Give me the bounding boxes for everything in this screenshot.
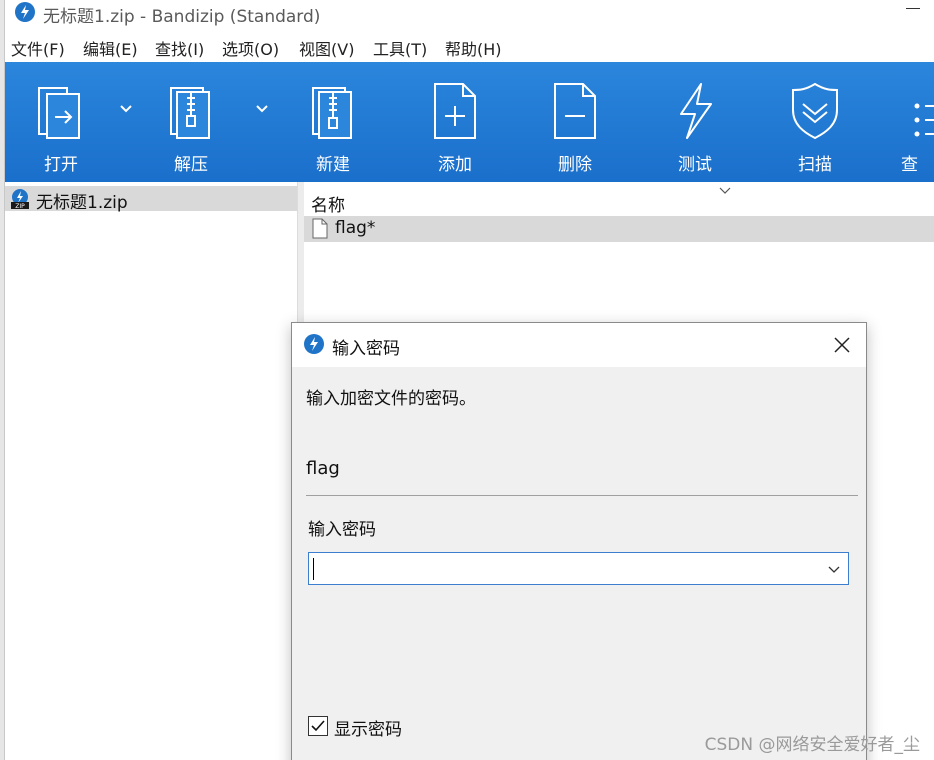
toolbar-add-label: 添加	[438, 155, 472, 175]
open-icon	[38, 87, 80, 139]
checkmark-icon	[311, 720, 325, 732]
toolbar-open-button[interactable]: 打开	[15, 62, 95, 182]
toolbar-test-button[interactable]: 测试	[649, 62, 729, 182]
close-icon[interactable]	[832, 335, 852, 355]
watermark-text: CSDN @网络安全爱好者_尘	[704, 735, 920, 755]
dialog-divider	[306, 495, 858, 496]
add-file-icon	[434, 83, 476, 139]
dialog-title: 输入密码	[332, 339, 400, 359]
dialog-message: 输入加密文件的密码。	[306, 389, 476, 409]
test-bolt-icon	[680, 83, 712, 139]
menu-help[interactable]: 帮助(H)	[445, 36, 502, 60]
show-password-label: 显示密码	[334, 720, 402, 740]
menu-view[interactable]: 视图(V)	[299, 36, 354, 60]
main-toolbar: 打开 解压 新建 添加 删除 测试 扫描 查	[5, 62, 934, 182]
menu-edit[interactable]: 编辑(E)	[83, 36, 138, 60]
toolbar-delete-button[interactable]: 删除	[529, 62, 609, 182]
dialog-logo-icon	[304, 334, 324, 354]
extract-icon	[170, 87, 210, 139]
file-row[interactable]: flag*	[304, 216, 934, 242]
archive-tree-pane: ZIP 无标题1.zip	[5, 182, 297, 760]
bandizip-logo-icon	[15, 2, 35, 22]
toolbar-open-label: 打开	[44, 155, 78, 175]
scan-shield-icon	[792, 82, 838, 140]
toolbar-extract-label: 解压	[174, 155, 208, 175]
encrypted-filename: flag	[306, 458, 340, 479]
toolbar-scan-button[interactable]: 扫描	[769, 62, 849, 182]
tree-item-archive[interactable]: ZIP 无标题1.zip	[5, 186, 297, 213]
password-input[interactable]	[313, 555, 813, 582]
toolbar-test-label: 测试	[678, 155, 712, 175]
toolbar-add-button[interactable]: 添加	[409, 62, 489, 182]
toolbar-delete-label: 删除	[558, 155, 592, 175]
menu-bar: 文件(F) 编辑(E) 查找(I) 选项(O) 视图(V) 工具(T) 帮助(H…	[5, 32, 934, 62]
file-name: flag*	[335, 218, 376, 238]
password-label: 输入密码	[308, 520, 376, 540]
new-archive-icon	[312, 87, 352, 139]
toolbar-scan-label: 扫描	[798, 155, 832, 175]
toolbar-new-label: 新建	[316, 155, 350, 175]
toolbar-view-label: 查	[901, 155, 918, 175]
svg-text:ZIP: ZIP	[15, 203, 25, 210]
view-list-icon	[914, 103, 934, 137]
checkbox-box[interactable]	[308, 716, 328, 736]
extract-dropdown-arrow-icon[interactable]	[255, 102, 269, 116]
window-titlebar[interactable]: 无标题1.zip - Bandizip (Standard)	[5, 0, 934, 27]
minimize-button[interactable]	[906, 8, 920, 9]
open-dropdown-arrow-icon[interactable]	[119, 102, 133, 116]
menu-tools[interactable]: 工具(T)	[373, 36, 427, 60]
password-combobox[interactable]	[308, 552, 849, 585]
column-name-label: 名称	[311, 196, 345, 216]
delete-file-icon	[554, 83, 596, 139]
menu-find[interactable]: 查找(I)	[155, 36, 204, 60]
toolbar-view-button[interactable]: 查	[889, 62, 934, 182]
text-caret	[313, 558, 314, 580]
window-title: 无标题1.zip - Bandizip (Standard)	[43, 7, 321, 27]
column-header-name[interactable]: 名称	[304, 187, 934, 216]
zip-archive-icon: ZIP	[11, 189, 29, 210]
menu-file[interactable]: 文件(F)	[11, 36, 65, 60]
password-dialog: 输入密码 输入加密文件的密码。 flag 输入密码 显示密码	[291, 322, 867, 760]
tree-item-label: 无标题1.zip	[36, 193, 128, 213]
toolbar-new-button[interactable]: 新建	[287, 62, 367, 182]
menu-options[interactable]: 选项(O)	[222, 36, 279, 60]
file-icon	[312, 218, 328, 239]
dialog-titlebar[interactable]: 输入密码	[292, 323, 866, 367]
toolbar-extract-button[interactable]: 解压	[145, 62, 225, 182]
chevron-down-icon[interactable]	[828, 564, 840, 574]
sort-down-icon	[719, 187, 731, 194]
